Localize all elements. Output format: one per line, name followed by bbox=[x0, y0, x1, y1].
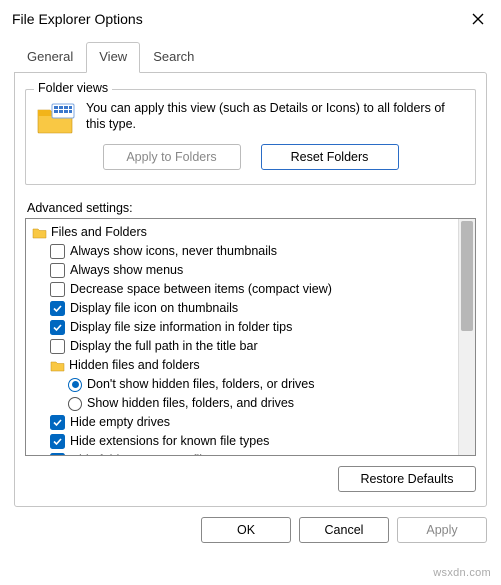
cancel-button[interactable]: Cancel bbox=[299, 517, 389, 543]
apply-button: Apply bbox=[397, 517, 487, 543]
tree-item[interactable]: Display file icon on thumbnails bbox=[28, 299, 456, 318]
reset-folders-button[interactable]: Reset Folders bbox=[261, 144, 399, 170]
restore-defaults-button[interactable]: Restore Defaults bbox=[338, 466, 476, 492]
checkbox[interactable] bbox=[50, 320, 65, 335]
ok-button[interactable]: OK bbox=[201, 517, 291, 543]
folder-views-label: Folder views bbox=[34, 81, 112, 95]
tab-search[interactable]: Search bbox=[140, 42, 207, 73]
dialog-buttons: OK Cancel Apply bbox=[0, 507, 501, 543]
apply-to-folders-button: Apply to Folders bbox=[103, 144, 241, 170]
tab-bar: General View Search bbox=[0, 34, 501, 73]
window-title: File Explorer Options bbox=[12, 11, 143, 27]
checkbox[interactable] bbox=[50, 263, 65, 278]
tree-item[interactable]: Hide extensions for known file types bbox=[28, 432, 456, 451]
scrollbar-thumb[interactable] bbox=[461, 221, 473, 331]
radio[interactable] bbox=[68, 378, 82, 392]
tab-general[interactable]: General bbox=[14, 42, 86, 73]
view-tab-panel: Folder views You can apply this view (su… bbox=[14, 72, 487, 507]
tree-scrollbar[interactable] bbox=[458, 219, 475, 455]
checkbox[interactable] bbox=[50, 453, 65, 455]
radio[interactable] bbox=[68, 397, 82, 411]
tree-root-label: Files and Folders bbox=[51, 223, 147, 242]
folder-small-icon bbox=[32, 226, 47, 239]
tree-item[interactable]: Hide folder merge conflicts bbox=[28, 451, 456, 455]
close-button[interactable] bbox=[467, 8, 489, 30]
watermark: wsxdn.com bbox=[433, 567, 491, 579]
tree-radio-item[interactable]: Don't show hidden files, folders, or dri… bbox=[28, 375, 456, 394]
tree-group-hidden: Hidden files and folders bbox=[28, 356, 456, 375]
checkbox[interactable] bbox=[50, 282, 65, 297]
checkbox[interactable] bbox=[50, 434, 65, 449]
checkbox[interactable] bbox=[50, 415, 65, 430]
folder-views-text: You can apply this view (such as Details… bbox=[86, 100, 465, 133]
tree-item[interactable]: Always show icons, never thumbnails bbox=[28, 242, 456, 261]
tree-item[interactable]: Display file size information in folder … bbox=[28, 318, 456, 337]
tree-item[interactable]: Display the full path in the title bar bbox=[28, 337, 456, 356]
advanced-settings-label: Advanced settings: bbox=[27, 201, 476, 215]
checkbox[interactable] bbox=[50, 301, 65, 316]
advanced-settings-tree: Files and Folders Always show icons, nev… bbox=[25, 218, 476, 456]
folder-small-icon bbox=[50, 359, 65, 372]
tree-item[interactable]: Hide empty drives bbox=[28, 413, 456, 432]
checkbox[interactable] bbox=[50, 339, 65, 354]
tree-radio-item[interactable]: Show hidden files, folders, and drives bbox=[28, 394, 456, 413]
folder-icon bbox=[36, 102, 76, 134]
tree-root: Files and Folders bbox=[28, 223, 456, 242]
tree-item[interactable]: Decrease space between items (compact vi… bbox=[28, 280, 456, 299]
tab-view[interactable]: View bbox=[86, 42, 140, 73]
tree-item[interactable]: Always show menus bbox=[28, 261, 456, 280]
checkbox[interactable] bbox=[50, 244, 65, 259]
folder-views-group: Folder views You can apply this view (su… bbox=[25, 89, 476, 185]
close-icon bbox=[472, 13, 484, 25]
